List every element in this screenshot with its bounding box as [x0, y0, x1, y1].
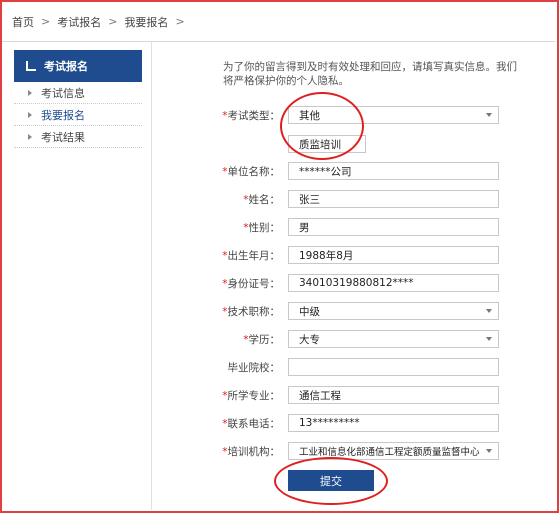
- divider: [151, 42, 152, 510]
- annotation-circle: [274, 457, 388, 505]
- company-label: *单位名称：: [222, 165, 280, 178]
- sidebar-title: 考试报名: [44, 60, 88, 73]
- id-number-input[interactable]: 34010319880812****: [288, 274, 499, 292]
- gender-row: *性别：: [190, 218, 284, 236]
- breadcrumb-exam-registration-link[interactable]: 考试报名: [57, 14, 101, 30]
- book-icon: [26, 61, 36, 71]
- name-row: *姓名：: [190, 190, 284, 208]
- institution-value: 工业和信息化部通信工程定额质量监督中心: [299, 447, 480, 458]
- education-select[interactable]: 大专: [288, 330, 499, 348]
- chevron-down-icon: [486, 113, 492, 117]
- exam-type-row: *考试类型：: [190, 106, 284, 124]
- school-row: 毕业院校：: [190, 358, 284, 376]
- sidebar-item-label: 考试信息: [41, 86, 85, 100]
- school-label: 毕业院校：: [227, 361, 281, 374]
- major-value: 通信工程: [299, 389, 341, 402]
- education-row: *学历：: [190, 330, 284, 348]
- chevron-down-icon: [486, 337, 492, 341]
- arrow-right-icon: [28, 111, 32, 118]
- breadcrumb-separator: >: [175, 15, 185, 28]
- chevron-down-icon: [486, 309, 492, 313]
- phone-label: *联系电话：: [222, 417, 280, 430]
- phone-row: *联系电话：: [190, 414, 284, 432]
- sidebar-header: 考试报名: [14, 50, 142, 82]
- institution-row: *培训机构：: [190, 442, 284, 460]
- name-label: *姓名：: [243, 193, 280, 206]
- education-label: *学历：: [243, 333, 280, 346]
- sidebar-item-my-registration[interactable]: 我要报名: [14, 104, 142, 126]
- gender-value: 男: [299, 221, 310, 234]
- id-number-label: *身份证号：: [222, 277, 280, 290]
- birth-label: *出生年月：: [222, 249, 280, 262]
- technical-title-label: *技术职称：: [222, 305, 280, 318]
- phone-input[interactable]: 13*********: [288, 414, 499, 432]
- annotation-circle: [280, 92, 364, 160]
- technical-title-select[interactable]: 中级: [288, 302, 499, 320]
- technical-title-row: *技术职称：: [190, 302, 284, 320]
- major-row: *所学专业：: [190, 386, 284, 404]
- company-input[interactable]: ******公司: [288, 162, 499, 180]
- birth-value: 1988年8月: [299, 249, 354, 262]
- breadcrumb-separator: >: [108, 15, 118, 28]
- technical-title-value: 中级: [299, 305, 320, 318]
- gender-input[interactable]: 男: [288, 218, 499, 236]
- sidebar-item-exam-results[interactable]: 考试结果: [14, 126, 142, 148]
- birth-row: *出生年月：: [190, 246, 284, 264]
- breadcrumb: 首页 > 考试报名 > 我要报名 >: [2, 2, 555, 42]
- arrow-right-icon: [28, 133, 32, 140]
- school-input[interactable]: [288, 358, 499, 376]
- exam-type-label: *考试类型：: [222, 109, 280, 122]
- company-value: ******公司: [299, 165, 352, 178]
- breadcrumb-my-registration-link[interactable]: 我要报名: [124, 14, 168, 30]
- gender-label: *性别：: [243, 221, 280, 234]
- breadcrumb-separator: >: [41, 15, 51, 28]
- chevron-down-icon: [486, 449, 492, 453]
- institution-label: *培训机构：: [222, 445, 280, 458]
- id-number-value: 34010319880812****: [299, 277, 414, 289]
- sidebar-item-label: 我要报名: [41, 108, 85, 122]
- name-value: 张三: [299, 193, 320, 206]
- arrow-right-icon: [28, 89, 32, 96]
- sidebar-item-exam-info[interactable]: 考试信息: [14, 82, 142, 104]
- privacy-notice: 为了你的留言得到及时有效处理和回应，请填写真实信息。我们将严格保护你的个人隐私。: [223, 61, 517, 87]
- breadcrumb-home-link[interactable]: 首页: [12, 14, 34, 30]
- id-number-row: *身份证号：: [190, 274, 284, 292]
- company-row: *单位名称：: [190, 162, 284, 180]
- education-value: 大专: [299, 333, 320, 346]
- name-input[interactable]: 张三: [288, 190, 499, 208]
- sidebar-item-label: 考试结果: [41, 130, 85, 144]
- major-label: *所学专业：: [222, 389, 280, 402]
- major-input[interactable]: 通信工程: [288, 386, 499, 404]
- birth-input[interactable]: 1988年8月: [288, 246, 499, 264]
- sidebar: 考试报名 考试信息 我要报名 考试结果: [14, 50, 142, 148]
- phone-value: 13*********: [299, 417, 360, 429]
